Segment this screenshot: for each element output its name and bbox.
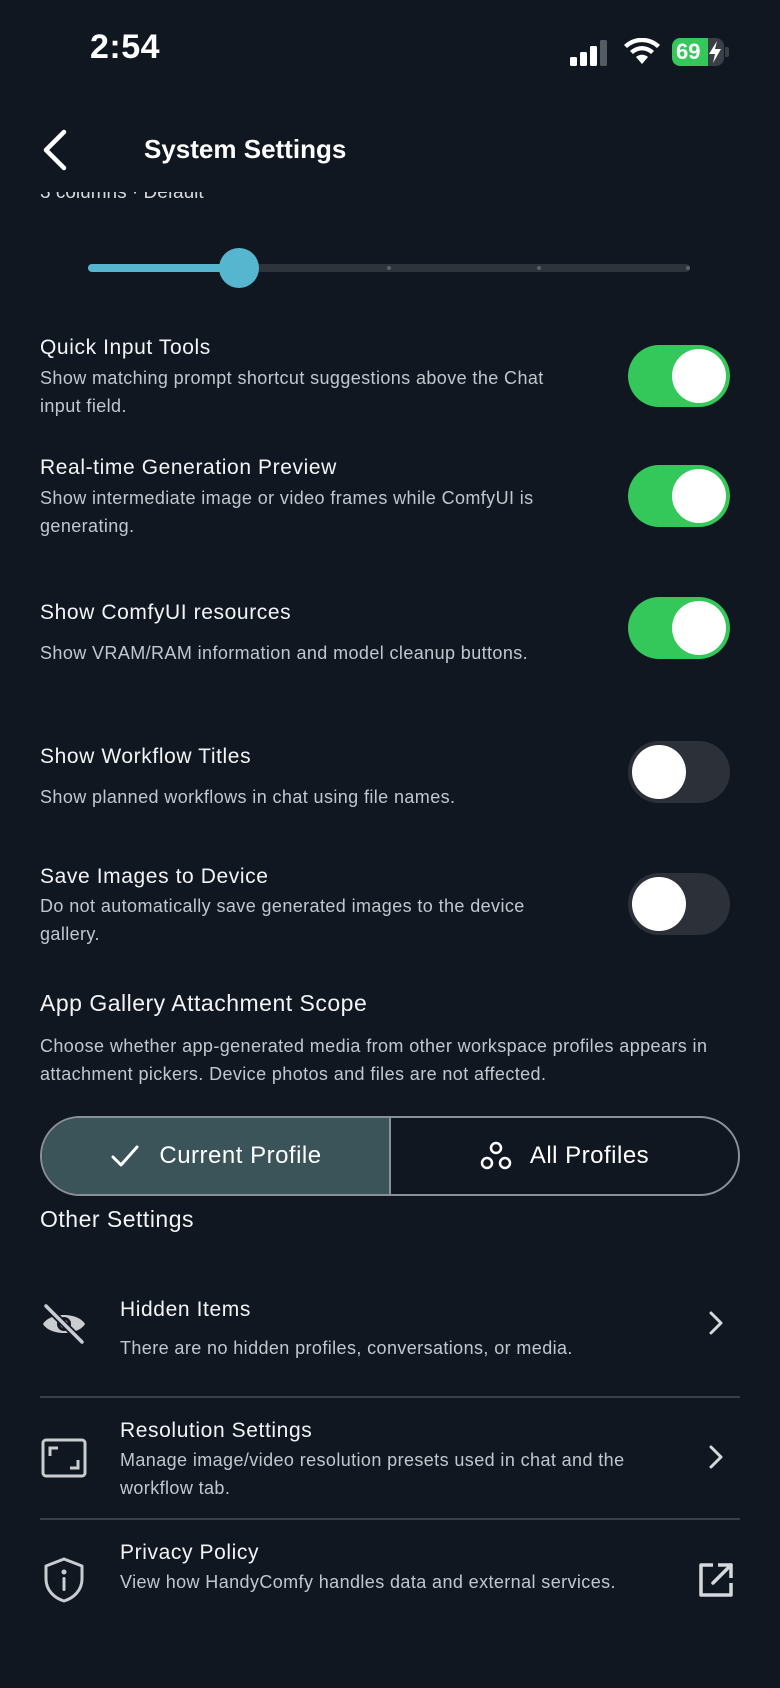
setting-title-comfyui-resources: Show ComfyUI resources <box>40 601 292 624</box>
divider <box>40 1518 740 1520</box>
slider-thumb[interactable] <box>218 248 259 288</box>
toggle-knob <box>672 349 726 403</box>
list-item-desc: Manage image/video resolution presets us… <box>120 1450 625 1498</box>
setting-desc-quick-input: Show matching prompt shortcut suggestion… <box>40 368 544 416</box>
gallery-scope-title: App Gallery Attachment Scope <box>40 990 368 1016</box>
grid-columns-slider[interactable] <box>88 248 690 288</box>
segment-current-profile[interactable]: Current Profile <box>42 1118 391 1194</box>
slider-stop-dot <box>387 266 391 270</box>
wifi-icon <box>624 38 660 64</box>
toggle-knob <box>632 877 686 931</box>
page-title: System Settings <box>144 134 347 164</box>
setting-title-workflow-titles: Show Workflow Titles <box>40 745 252 768</box>
setting-desc-save-images: Do not automatically save generated imag… <box>40 896 525 944</box>
resolution-icon <box>41 1438 87 1478</box>
gallery-scope-segmented-control: Current Profile All Profiles <box>40 1116 740 1196</box>
toggle-knob <box>672 469 726 523</box>
chevron-right-icon <box>709 1445 723 1469</box>
list-item-title: Privacy Policy <box>120 1541 260 1564</box>
charging-bolt-icon <box>709 41 721 63</box>
chevron-right-icon <box>709 1311 723 1335</box>
slider-stop-dot <box>536 266 541 270</box>
battery-level: 69 <box>676 39 701 64</box>
eye-off-icon <box>42 1302 86 1346</box>
status-time: 2:54 <box>90 28 161 66</box>
cellular-signal-icon <box>570 40 607 66</box>
battery-indicator: 69 <box>672 38 729 66</box>
toggle-realtime-preview[interactable] <box>628 465 730 527</box>
slider-stop-dot <box>686 266 690 270</box>
toggle-save-images[interactable] <box>628 873 730 935</box>
list-item-desc: View how HandyComfy handles data and ext… <box>120 1572 616 1592</box>
list-item-title: Resolution Settings <box>120 1419 313 1442</box>
segment-label: All Profiles <box>529 1142 650 1169</box>
grid-columns-label: 3 columns · Default <box>40 192 204 203</box>
toggle-workflow-titles[interactable] <box>628 741 730 803</box>
list-item-desc: There are no hidden profiles, conversati… <box>120 1338 573 1358</box>
segment-label: Current Profile <box>159 1142 322 1169</box>
toggle-knob <box>632 745 686 799</box>
list-item-title: Hidden Items <box>120 1298 251 1321</box>
setting-title-realtime-preview: Real-time Generation Preview <box>40 456 337 479</box>
external-link-icon[interactable] <box>696 1560 736 1600</box>
divider <box>40 1396 740 1398</box>
profiles-group-icon <box>480 1141 512 1170</box>
other-settings-title: Other Settings <box>40 1206 195 1232</box>
system-settings-screen: 2:54 69 System Settings 3 columns · Defa… <box>0 0 780 1688</box>
setting-title-quick-input: Quick Input Tools <box>40 336 211 359</box>
toggle-quick-input[interactable] <box>628 345 730 407</box>
toggle-knob <box>672 601 726 655</box>
slider-fill <box>88 264 239 272</box>
gallery-scope-desc: Choose whether app-generated media from … <box>40 1036 708 1084</box>
toggle-comfyui-resources[interactable] <box>628 597 730 659</box>
back-chevron-icon[interactable] <box>40 128 72 172</box>
setting-desc-workflow-titles: Show planned workflows in chat using fil… <box>40 787 456 807</box>
segment-all-profiles[interactable]: All Profiles <box>391 1118 738 1194</box>
setting-title-save-images: Save Images to Device <box>40 865 269 888</box>
shield-info-icon <box>44 1557 84 1603</box>
setting-desc-comfyui-resources: Show VRAM/RAM information and model clea… <box>40 643 529 663</box>
checkmark-icon <box>111 1145 139 1167</box>
setting-desc-realtime-preview: Show intermediate image or video frames … <box>40 488 534 536</box>
